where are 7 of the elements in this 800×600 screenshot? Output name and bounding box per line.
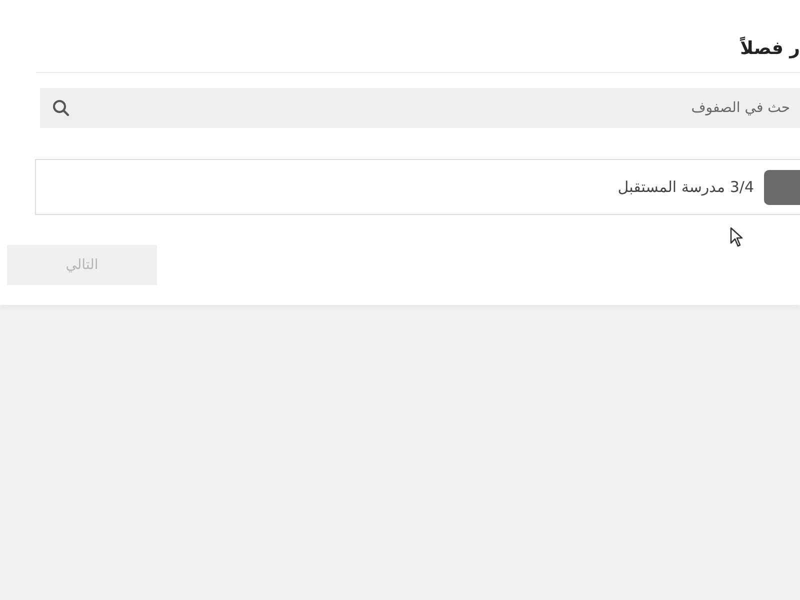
search-icon[interactable] <box>52 99 70 117</box>
search-field[interactable]: حث في الصفوف <box>40 88 800 128</box>
class-row[interactable]: 3/4 مدرسة المستقبل <box>35 159 800 215</box>
class-label: 3/4 مدرسة المستقبل <box>618 178 754 196</box>
selection-marker[interactable] <box>764 170 800 204</box>
dialog-title: ر فصلاً <box>739 36 800 61</box>
cursor-icon <box>730 227 744 247</box>
